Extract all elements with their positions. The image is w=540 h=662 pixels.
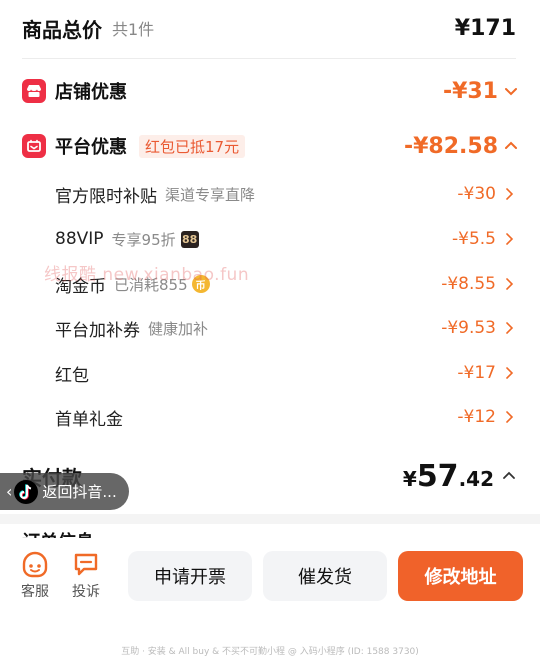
discount-item-name: 官方限时补贴 bbox=[55, 186, 157, 207]
discount-item-amount: -¥5.5 bbox=[452, 229, 496, 249]
discount-item-amount: -¥17 bbox=[457, 363, 496, 383]
payment-currency: ¥ bbox=[402, 466, 417, 491]
divider bbox=[22, 58, 516, 59]
customer-service-icon bbox=[22, 551, 48, 578]
chevron-right-icon bbox=[506, 322, 514, 334]
complaint-label: 投诉 bbox=[72, 584, 100, 600]
discount-item-desc: 专享95折 bbox=[111, 230, 176, 249]
tiktok-logo-icon bbox=[14, 479, 39, 504]
chevron-right-icon bbox=[506, 233, 514, 245]
discount-item-amount: -¥12 bbox=[457, 407, 496, 427]
chevron-left-icon: ‹ bbox=[6, 482, 13, 501]
platform-icon bbox=[22, 134, 46, 158]
discount-item-red-packet[interactable]: 红包 -¥17 bbox=[55, 360, 514, 386]
customer-service-button[interactable]: 客服 bbox=[15, 550, 55, 601]
complaint-button[interactable]: 投诉 bbox=[66, 550, 106, 601]
discount-item-88vip[interactable]: 88VIP 专享95折 88 -¥5.5 bbox=[55, 226, 514, 252]
platform-discount-title: 平台优惠 bbox=[55, 137, 127, 158]
discount-item-name: 红包 bbox=[55, 365, 89, 386]
actual-payment-amount: ¥ 57 .42 bbox=[403, 459, 494, 494]
chevron-right-icon bbox=[506, 411, 514, 423]
complaint-icon bbox=[74, 553, 98, 576]
platform-discount-row[interactable]: 平台优惠 红包已抵17元 -¥82.58 bbox=[22, 131, 518, 161]
goods-total-row: 商品总价 共1件 ¥171 bbox=[22, 12, 516, 44]
discount-item-desc: 渠道专享直降 bbox=[165, 185, 256, 204]
discount-item-name: 首单礼金 bbox=[55, 409, 123, 430]
discount-item-name: 淘金币 bbox=[55, 276, 106, 297]
urge-shipment-button[interactable]: 催发货 bbox=[263, 551, 387, 601]
apply-invoice-button[interactable]: 申请开票 bbox=[128, 551, 252, 601]
store-icon bbox=[22, 79, 46, 103]
discount-item-taojinbi[interactable]: 淘金币 已消耗855 币 -¥8.55 bbox=[55, 271, 514, 297]
discount-item-amount: -¥8.55 bbox=[441, 274, 496, 294]
discount-item-name: 88VIP bbox=[55, 229, 104, 249]
store-discount-amount: -¥31 bbox=[442, 78, 498, 104]
discount-item-platform-coupon[interactable]: 平台加补券 健康加补 -¥9.53 bbox=[55, 315, 514, 341]
modify-address-button[interactable]: 修改地址 bbox=[398, 551, 523, 601]
discount-item-desc: 健康加补 bbox=[148, 319, 209, 338]
discount-item-amount: -¥30 bbox=[457, 184, 496, 204]
bottom-action-bar: 客服 投诉 申请开票 催发货 修改地址 bbox=[0, 538, 540, 618]
chevron-up-icon[interactable] bbox=[504, 139, 518, 153]
discount-item-desc: 已消耗855 bbox=[114, 275, 188, 294]
discount-item-name: 平台加补券 bbox=[55, 320, 140, 341]
back-to-douyin-label: 返回抖音... bbox=[42, 483, 117, 501]
payment-decimal: .42 bbox=[458, 466, 494, 491]
section-separator bbox=[0, 514, 540, 524]
customer-service-label: 客服 bbox=[21, 584, 49, 600]
goods-total-value: ¥171 bbox=[454, 15, 516, 41]
red-packet-tag: 红包已抵17元 bbox=[139, 134, 246, 158]
coin-icon: 币 bbox=[191, 275, 210, 293]
goods-count: 共1件 bbox=[112, 20, 155, 39]
discount-item-first-order-gift[interactable]: 首单礼金 -¥12 bbox=[55, 404, 514, 430]
payment-integer: 57 bbox=[416, 458, 459, 494]
store-discount-row[interactable]: 店铺优惠 -¥31 bbox=[22, 76, 518, 106]
chevron-right-icon bbox=[506, 188, 514, 200]
back-to-douyin-button[interactable]: ‹ 返回抖音... bbox=[0, 473, 129, 510]
platform-discount-amount: -¥82.58 bbox=[403, 133, 498, 159]
chevron-down-icon[interactable] bbox=[504, 84, 518, 98]
footer-text: 互助 · 安装 & All buy & 不买不可勤小程 @ 入码小程序 (ID:… bbox=[121, 647, 419, 657]
vip-88-badge-icon: 88 bbox=[180, 230, 199, 248]
discount-item-amount: -¥9.53 bbox=[441, 318, 496, 338]
store-discount-title: 店铺优惠 bbox=[55, 82, 127, 103]
chevron-right-icon bbox=[506, 278, 514, 290]
discount-item-official-subsidy[interactable]: 官方限时补贴 渠道专享直降 -¥30 bbox=[55, 181, 514, 207]
goods-total-title: 商品总价 bbox=[22, 17, 102, 42]
chevron-up-icon[interactable] bbox=[502, 469, 516, 483]
chevron-right-icon bbox=[506, 367, 514, 379]
